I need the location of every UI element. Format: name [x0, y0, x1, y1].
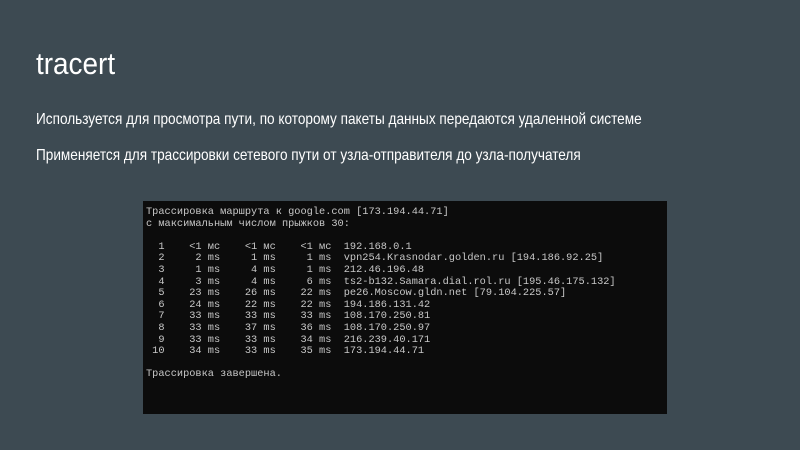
- console-line-hop: 3 1 ms 4 ms 1 ms 212.46.196.48: [146, 263, 425, 276]
- console-line-hop: 5 23 ms 26 ms 22 ms pe26.Moscow.gldn.net…: [146, 287, 567, 300]
- slide-title: tracert: [36, 46, 116, 81]
- console-line-max-hops: с максимальным числом прыжков 30:: [146, 217, 350, 230]
- bullet-usage: Используется для просмотра пути, по кото…: [36, 111, 642, 128]
- console-output: Трассировка маршрута к google.com [173.1…: [146, 206, 616, 381]
- console-line-hop: 8 33 ms 37 ms 36 ms 108.170.250.97: [146, 321, 431, 334]
- console-screenshot: Трассировка маршрута к google.com [173.1…: [143, 201, 667, 414]
- bullet-purpose: Применяется для трассировки сетевого пут…: [36, 147, 581, 164]
- console-line-complete: Трассировка завершена.: [146, 368, 282, 381]
- console-line-header: Трассировка маршрута к google.com [173.1…: [146, 206, 449, 218]
- console-line-hop: 10 34 ms 33 ms 35 ms 173.194.44.71: [146, 345, 425, 358]
